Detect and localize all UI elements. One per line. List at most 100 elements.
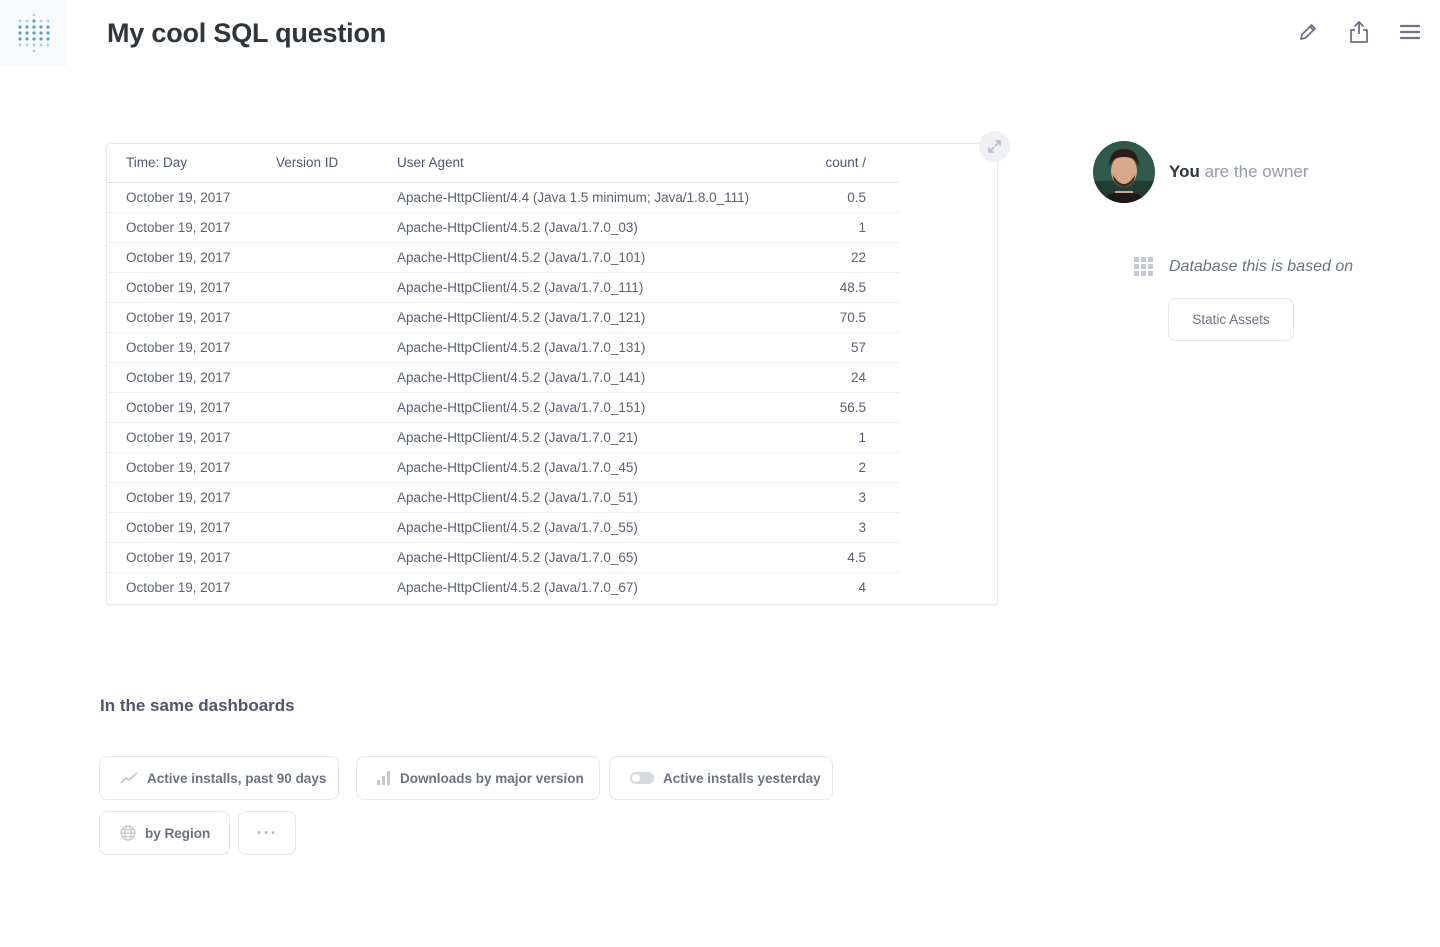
table-cell[interactable]: Apache-HttpClient/4.5.2 (Java/1.7.0_141) <box>378 362 778 393</box>
table-cell[interactable]: 4.5 <box>778 542 899 573</box>
table-cell[interactable]: 0.5 <box>778 182 899 213</box>
table-cell[interactable] <box>257 182 378 213</box>
database-grid-icon <box>1134 257 1153 276</box>
table-cell[interactable] <box>257 272 378 303</box>
table-cell[interactable]: 1 <box>778 212 899 243</box>
results-table-card: Time: Day Version ID User Agent count / … <box>106 143 998 605</box>
table-cell[interactable]: 70.5 <box>778 302 899 333</box>
table-cell[interactable]: 56.5 <box>778 392 899 423</box>
column-header[interactable]: Time: Day <box>107 144 257 183</box>
table-cell[interactable]: 1 <box>778 422 899 453</box>
menu-icon[interactable] <box>1398 20 1422 44</box>
table-cell[interactable]: October 19, 2017 <box>107 362 257 393</box>
line-chart-icon <box>120 772 138 784</box>
table-row: October 19, 2017 Apache-HttpClient/4.4 (J… <box>107 182 899 213</box>
table-row: October 19, 2017 Apache-HttpClient/4.5.2 … <box>107 302 899 333</box>
expand-icon[interactable] <box>979 131 1010 162</box>
table-cell[interactable]: Apache-HttpClient/4.5.2 (Java/1.7.0_03) <box>378 212 778 243</box>
table-row: October 19, 2017 Apache-HttpClient/4.5.2 … <box>107 482 899 513</box>
table-cell[interactable]: Apache-HttpClient/4.4 (Java 1.5 minimum;… <box>378 182 778 213</box>
table-cell[interactable]: 22 <box>778 242 899 273</box>
table-cell[interactable]: October 19, 2017 <box>107 572 257 602</box>
column-header[interactable]: count / <box>778 144 899 183</box>
table-cell[interactable]: October 19, 2017 <box>107 212 257 243</box>
table-cell[interactable] <box>257 512 378 543</box>
table-cell[interactable] <box>257 392 378 423</box>
table-cell[interactable]: October 19, 2017 <box>107 542 257 573</box>
column-header[interactable]: Version ID <box>257 144 378 183</box>
table-cell[interactable]: October 19, 2017 <box>107 272 257 303</box>
related-card-active-yesterday[interactable]: Active installs yesterday <box>609 756 833 800</box>
table-cell[interactable]: October 19, 2017 <box>107 482 257 513</box>
table-cell[interactable]: 24 <box>778 362 899 393</box>
table-row: October 19, 2017 Apache-HttpClient/4.5.2 … <box>107 452 899 483</box>
table-cell[interactable] <box>257 542 378 573</box>
table-cell[interactable]: 4 <box>778 572 899 602</box>
table-cell[interactable]: October 19, 2017 <box>107 422 257 453</box>
table-row: October 19, 2017 Apache-HttpClient/4.5.2 … <box>107 572 899 602</box>
related-card-label: Downloads by major version <box>400 770 584 786</box>
table-cell[interactable]: Apache-HttpClient/4.5.2 (Java/1.7.0_55) <box>378 512 778 543</box>
database-link[interactable]: Static Assets <box>1168 298 1294 341</box>
related-card-by-region[interactable]: by Region <box>99 811 230 855</box>
table-cell[interactable] <box>257 212 378 243</box>
avatar <box>1093 141 1155 203</box>
column-header[interactable]: User Agent <box>378 144 778 183</box>
table-cell[interactable]: Apache-HttpClient/4.5.2 (Java/1.7.0_21) <box>378 422 778 453</box>
database-label: Database this is based on <box>1169 258 1354 275</box>
table-cell[interactable]: October 19, 2017 <box>107 452 257 483</box>
table-cell[interactable] <box>257 242 378 273</box>
table-cell[interactable]: Apache-HttpClient/4.5.2 (Java/1.7.0_65) <box>378 542 778 573</box>
related-card-label: by Region <box>145 825 211 841</box>
table-row: October 19, 2017 Apache-HttpClient/4.5.2 … <box>107 272 899 303</box>
table-cell[interactable]: October 19, 2017 <box>107 302 257 333</box>
table-cell[interactable] <box>257 302 378 333</box>
metabase-logo-icon <box>17 13 50 53</box>
results-table: Time: Day Version ID User Agent count / … <box>107 144 899 602</box>
table-row: October 19, 2017 Apache-HttpClient/4.5.2 … <box>107 512 899 543</box>
related-card-active-installs-90[interactable]: Active installs, past 90 days <box>99 756 339 800</box>
table-row: October 19, 2017 Apache-HttpClient/4.5.2 … <box>107 392 899 423</box>
globe-icon <box>120 825 136 841</box>
share-icon[interactable] <box>1347 20 1371 44</box>
table-cell[interactable]: 57 <box>778 332 899 363</box>
related-card-downloads-major[interactable]: Downloads by major version <box>356 756 600 800</box>
table-row: October 19, 2017 Apache-HttpClient/4.5.2 … <box>107 542 899 573</box>
owner-you: You <box>1169 162 1200 181</box>
table-row: October 19, 2017 Apache-HttpClient/4.5.2 … <box>107 332 899 363</box>
table-cell[interactable] <box>257 362 378 393</box>
table-cell[interactable]: Apache-HttpClient/4.5.2 (Java/1.7.0_101) <box>378 242 778 273</box>
owner-role: are the owner <box>1204 162 1309 181</box>
owner-label: You are the owner <box>1169 162 1309 182</box>
table-cell[interactable] <box>257 332 378 363</box>
table-cell[interactable]: Apache-HttpClient/4.5.2 (Java/1.7.0_111) <box>378 272 778 303</box>
table-header-row: Time: Day Version ID User Agent count / <box>107 144 899 183</box>
table-cell[interactable] <box>257 572 378 602</box>
table-cell[interactable]: October 19, 2017 <box>107 182 257 213</box>
table-cell[interactable]: Apache-HttpClient/4.5.2 (Java/1.7.0_151) <box>378 392 778 423</box>
owner-info: You are the owner <box>1093 141 1309 203</box>
table-cell[interactable]: Apache-HttpClient/4.5.2 (Java/1.7.0_121) <box>378 302 778 333</box>
header-actions <box>1296 20 1422 44</box>
pencil-icon[interactable] <box>1296 20 1320 44</box>
logo[interactable] <box>0 0 67 66</box>
table-row: October 19, 2017 Apache-HttpClient/4.5.2 … <box>107 422 899 453</box>
table-cell[interactable] <box>257 422 378 453</box>
table-cell[interactable]: Apache-HttpClient/4.5.2 (Java/1.7.0_45) <box>378 452 778 483</box>
more-button[interactable]: ··· <box>238 811 296 855</box>
table-cell[interactable]: October 19, 2017 <box>107 512 257 543</box>
table-cell[interactable]: 3 <box>778 482 899 513</box>
table-cell[interactable]: Apache-HttpClient/4.5.2 (Java/1.7.0_51) <box>378 482 778 513</box>
table-cell[interactable]: 2 <box>778 452 899 483</box>
page-title: My cool SQL question <box>107 18 387 48</box>
table-cell[interactable]: Apache-HttpClient/4.5.2 (Java/1.7.0_67) <box>378 572 778 602</box>
table-cell[interactable]: 3 <box>778 512 899 543</box>
table-cell[interactable] <box>257 482 378 513</box>
table-cell[interactable]: October 19, 2017 <box>107 332 257 363</box>
table-cell[interactable]: October 19, 2017 <box>107 242 257 273</box>
table-cell[interactable]: 48.5 <box>778 272 899 303</box>
table-cell[interactable]: October 19, 2017 <box>107 392 257 423</box>
table-row: October 19, 2017 Apache-HttpClient/4.5.2 … <box>107 212 899 243</box>
table-cell[interactable]: Apache-HttpClient/4.5.2 (Java/1.7.0_131) <box>378 332 778 363</box>
table-cell[interactable] <box>257 452 378 483</box>
